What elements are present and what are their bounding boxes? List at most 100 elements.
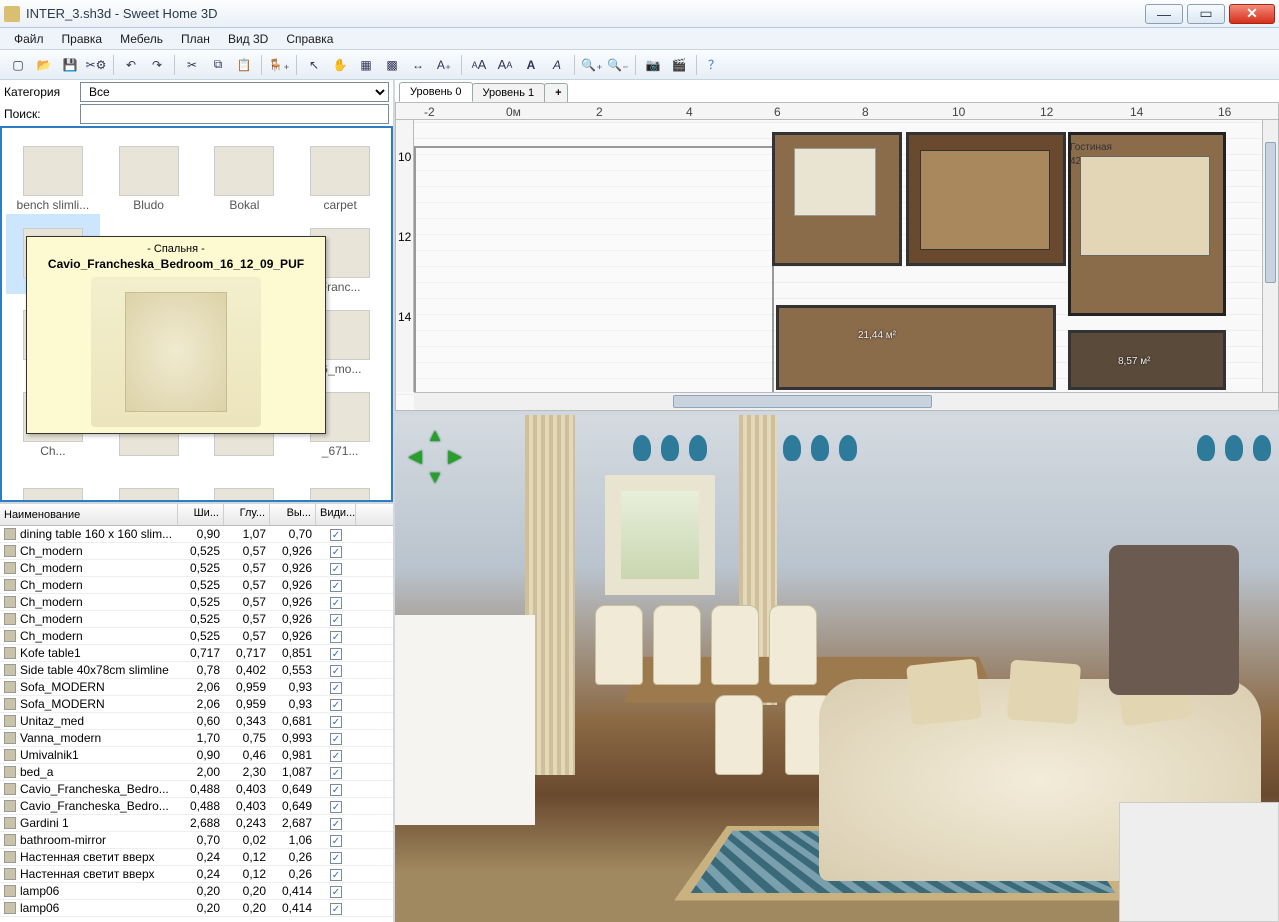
visible-checkbox[interactable]: ✓ [330, 546, 342, 558]
furniture-row[interactable]: Ch_modern0,5250,570,926✓ [0, 628, 393, 645]
cut-icon[interactable]: ✂ [180, 53, 204, 77]
furniture-row[interactable]: Ch_modern0,5250,570,926✓ [0, 560, 393, 577]
paste-icon[interactable]: 📋 [232, 53, 256, 77]
furniture-row[interactable]: Vanna_modern1,700,750,993✓ [0, 730, 393, 747]
furniture-row[interactable]: Side table 40x78cm slimline0,780,4020,55… [0, 662, 393, 679]
furniture-row[interactable]: dining table 160 x 160 slim...0,901,070,… [0, 526, 393, 543]
furniture-headers[interactable]: Наименование Ши... Глу... Вы... Види... [0, 504, 393, 526]
furniture-row[interactable]: Ch_modern0,5250,570,926✓ [0, 543, 393, 560]
catalog-item[interactable]: carpet [293, 132, 387, 212]
catalog-item[interactable]: bench slimli... [6, 132, 100, 212]
catalog-item[interactable] [198, 460, 292, 502]
plan-horizontal-scrollbar[interactable] [414, 392, 1278, 410]
furniture-row[interactable]: Ch_modern0,5250,570,926✓ [0, 594, 393, 611]
col-height[interactable]: Вы... [270, 504, 316, 525]
col-name[interactable]: Наименование [0, 504, 178, 525]
catalog-item[interactable]: Bokal [198, 132, 292, 212]
furniture-rows[interactable]: dining table 160 x 160 slim...0,901,070,… [0, 526, 393, 922]
furniture-row[interactable]: Umivalnik10,900,460,981✓ [0, 747, 393, 764]
menu-plan[interactable]: План [173, 30, 218, 48]
furniture-row[interactable]: Sofa_MODERN2,060,9590,93✓ [0, 679, 393, 696]
italic-icon[interactable]: A [545, 53, 569, 77]
menu-edit[interactable]: Правка [54, 30, 111, 48]
visible-checkbox[interactable]: ✓ [330, 648, 342, 660]
furniture-row[interactable]: Cavio_Francheska_Bedro...0,4880,4030,649… [0, 781, 393, 798]
tab-level-1[interactable]: Уровень 1 [472, 83, 546, 102]
furniture-row[interactable]: lamp060,200,200,414✓ [0, 900, 393, 917]
plan-canvas[interactable]: 14,87 м² 21,44 м² Гостиная 42,04 м² 8,57… [414, 120, 1278, 392]
visible-checkbox[interactable]: ✓ [330, 750, 342, 762]
furniture-row[interactable]: bed_a2,002,301,087✓ [0, 764, 393, 781]
add-level-button[interactable]: + [544, 83, 568, 102]
visible-checkbox[interactable]: ✓ [330, 529, 342, 541]
dimension-tool-icon[interactable]: ↔ [406, 53, 430, 77]
furniture-row[interactable]: Gardini 12,6880,2432,687✓ [0, 815, 393, 832]
visible-checkbox[interactable]: ✓ [330, 835, 342, 847]
visible-checkbox[interactable]: ✓ [330, 563, 342, 575]
visible-checkbox[interactable]: ✓ [330, 818, 342, 830]
nav-right-icon[interactable]: ▶ [445, 446, 465, 467]
menu-file[interactable]: Файл [6, 30, 52, 48]
visible-checkbox[interactable]: ✓ [330, 614, 342, 626]
search-input[interactable] [80, 104, 389, 124]
catalog-item[interactable]: Bludo [102, 132, 196, 212]
visible-checkbox[interactable]: ✓ [330, 784, 342, 796]
visible-checkbox[interactable]: ✓ [330, 597, 342, 609]
visible-checkbox[interactable]: ✓ [330, 733, 342, 745]
select-tool-icon[interactable]: ↖ [302, 53, 326, 77]
nav-down-icon[interactable]: ▼ [425, 467, 445, 488]
pan-tool-icon[interactable]: ✋ [328, 53, 352, 77]
visible-checkbox[interactable]: ✓ [330, 767, 342, 779]
copy-icon[interactable]: ⧉ [206, 53, 230, 77]
text-tool-icon[interactable]: A₊ [432, 53, 456, 77]
menu-view3d[interactable]: Вид 3D [220, 30, 276, 48]
visible-checkbox[interactable]: ✓ [330, 869, 342, 881]
catalog-item[interactable] [102, 460, 196, 502]
3d-view[interactable]: ▲ ◀ ▶ ▼ [395, 415, 1279, 922]
preferences-icon[interactable]: ✂︎⚙ [84, 53, 108, 77]
maximize-button[interactable]: ▭ [1187, 4, 1225, 24]
furniture-row[interactable]: Ch_modern0,5250,570,926✓ [0, 577, 393, 594]
bold-icon[interactable]: A [519, 53, 543, 77]
room-tool-icon[interactable]: ▩ [380, 53, 404, 77]
visible-checkbox[interactable]: ✓ [330, 682, 342, 694]
menu-furniture[interactable]: Мебель [112, 30, 171, 48]
wall-tool-icon[interactable]: ▦ [354, 53, 378, 77]
open-file-icon[interactable]: 📂 [32, 53, 56, 77]
col-visible[interactable]: Види... [316, 504, 356, 525]
close-button[interactable]: ✕ [1229, 4, 1275, 24]
redo-icon[interactable]: ↷ [145, 53, 169, 77]
help-icon[interactable]: ？ [702, 53, 726, 77]
furniture-row[interactable]: lamp060,200,200,414✓ [0, 883, 393, 900]
furniture-row[interactable]: bathroom-mirror0,700,021,06✓ [0, 832, 393, 849]
save-file-icon[interactable]: 💾 [58, 53, 82, 77]
visible-checkbox[interactable]: ✓ [330, 903, 342, 915]
furniture-row[interactable]: Ch_modern0,5250,570,926✓ [0, 611, 393, 628]
furniture-row[interactable]: Kofe table10,7170,7170,851✓ [0, 645, 393, 662]
video-icon[interactable]: 🎬 [667, 53, 691, 77]
catalog-item[interactable] [293, 460, 387, 502]
nav-left-icon[interactable]: ◀ [405, 446, 425, 467]
visible-checkbox[interactable]: ✓ [330, 699, 342, 711]
photo-icon[interactable]: 📷 [641, 53, 665, 77]
col-depth[interactable]: Глу... [224, 504, 270, 525]
visible-checkbox[interactable]: ✓ [330, 580, 342, 592]
category-select[interactable]: Все [80, 82, 389, 102]
col-width[interactable]: Ши... [178, 504, 224, 525]
minimize-button[interactable]: — [1145, 4, 1183, 24]
3d-nav-widget[interactable]: ▲ ◀ ▶ ▼ [405, 425, 465, 485]
zoom-out-icon[interactable]: 🔍₋ [606, 53, 630, 77]
catalog-grid[interactable]: bench slimli...BludoBokalcarpetCa...Fran… [0, 126, 393, 502]
plan-vertical-scrollbar[interactable] [1262, 120, 1278, 392]
visible-checkbox[interactable]: ✓ [330, 801, 342, 813]
undo-icon[interactable]: ↶ [119, 53, 143, 77]
add-furniture-icon[interactable]: 🪑₊ [267, 53, 291, 77]
furniture-row[interactable]: Настенная светит вверх0,240,120,26✓ [0, 849, 393, 866]
furniture-row[interactable]: Unitaz_med0,600,3430,681✓ [0, 713, 393, 730]
zoom-in-icon[interactable]: 🔍₊ [580, 53, 604, 77]
new-file-icon[interactable]: ▢ [6, 53, 30, 77]
nav-up-icon[interactable]: ▲ [425, 425, 445, 446]
visible-checkbox[interactable]: ✓ [330, 852, 342, 864]
visible-checkbox[interactable]: ✓ [330, 631, 342, 643]
catalog-item[interactable] [6, 460, 100, 502]
